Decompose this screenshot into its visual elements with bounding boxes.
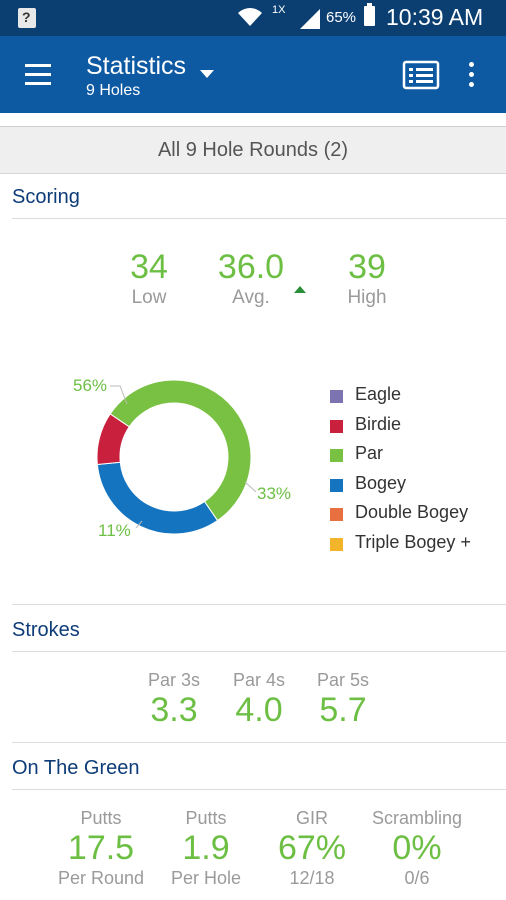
scrambling-label: Scrambling bbox=[371, 808, 463, 828]
legend-label: Bogey bbox=[355, 472, 407, 493]
score-low-label: Low bbox=[131, 287, 167, 308]
divider bbox=[12, 604, 506, 605]
legend-swatch bbox=[330, 537, 343, 551]
legend-swatch bbox=[330, 478, 343, 492]
legend-swatch bbox=[330, 390, 343, 403]
legend-swatch bbox=[330, 419, 343, 433]
score-average: 36.0 Avg. bbox=[206, 248, 296, 310]
strokes-par3-label: Par 3s bbox=[147, 670, 201, 690]
score-high: 39 High bbox=[326, 248, 408, 310]
signal-icon bbox=[300, 9, 320, 29]
strokes-section-title: Strokes bbox=[12, 619, 80, 641]
divider bbox=[12, 651, 506, 652]
scoring-section-title: Scoring bbox=[12, 186, 80, 208]
battery-icon bbox=[364, 3, 375, 26]
legend-label: Eagle bbox=[355, 384, 402, 404]
page-title[interactable]: Statistics bbox=[86, 52, 186, 81]
putts-per-hole-label: Putts bbox=[185, 808, 227, 828]
score-high-value: 39 bbox=[348, 248, 386, 286]
putts-per-hole-sub: Per Hole bbox=[170, 868, 242, 888]
gir: GIR 67% 12/18 bbox=[266, 808, 358, 889]
putts-per-round: Putts 17.5 Per Round bbox=[55, 808, 147, 889]
sim-icon: ? bbox=[18, 8, 36, 28]
score-average-value: 36.0 bbox=[217, 248, 285, 286]
scrambling: Scrambling 0% 0/6 bbox=[362, 808, 472, 889]
strokes-par3-value: 3.3 bbox=[150, 691, 198, 729]
divider bbox=[12, 742, 506, 743]
birdie-percent-label: 11% bbox=[98, 521, 131, 540]
app-bar: Statistics 9 Holes bbox=[0, 36, 506, 113]
round-filter-selector[interactable]: All 9 Hole Rounds (2) bbox=[0, 126, 506, 174]
gir-label: GIR bbox=[295, 808, 328, 828]
label-leader-lines bbox=[110, 385, 257, 529]
more-options-icon[interactable] bbox=[462, 60, 482, 90]
legend-label: Birdie bbox=[355, 413, 402, 434]
strokes-par3: Par 3s 3.3 bbox=[136, 670, 212, 730]
green-section-title: On The Green bbox=[12, 757, 140, 779]
scrambling-sub: 0/6 bbox=[404, 868, 430, 888]
score-average-label: Avg. bbox=[232, 287, 270, 308]
putts-per-round-value: 17.5 bbox=[67, 829, 135, 867]
putts-per-round-label: Putts bbox=[80, 808, 122, 828]
wifi-icon bbox=[238, 8, 262, 26]
gir-sub: 12/18 bbox=[289, 868, 335, 888]
scrambling-value: 0% bbox=[392, 829, 442, 867]
battery-percent: 65% bbox=[326, 9, 357, 26]
menu-icon[interactable] bbox=[22, 62, 54, 88]
score-high-label: High bbox=[347, 287, 387, 308]
strokes-par4-label: Par 4s bbox=[232, 670, 286, 690]
divider bbox=[12, 218, 506, 219]
putts-per-hole-value: 1.9 bbox=[182, 829, 230, 867]
par-percent-label: 56% bbox=[73, 376, 108, 395]
score-low-value: 34 bbox=[130, 248, 168, 286]
putts-per-hole: Putts 1.9 Per Hole bbox=[160, 808, 252, 889]
divider bbox=[12, 789, 506, 790]
list-view-icon[interactable] bbox=[402, 60, 440, 90]
strokes-par4: Par 4s 4.0 bbox=[221, 670, 297, 730]
trend-up-icon bbox=[294, 286, 306, 293]
strokes-par4-value: 4.0 bbox=[235, 691, 283, 729]
strokes-par5: Par 5s 5.7 bbox=[305, 670, 381, 730]
legend-label: Par bbox=[355, 443, 384, 464]
network-type-label: 1X bbox=[272, 4, 286, 16]
gir-value: 67% bbox=[277, 829, 347, 867]
dropdown-caret-icon[interactable] bbox=[200, 70, 214, 78]
status-bar: ? 1X 65% 10:39 AM bbox=[0, 0, 506, 36]
legend-label: Triple Bogey + bbox=[355, 531, 471, 552]
legend-label: Double Bogey bbox=[355, 502, 469, 523]
score-low: 34 Low bbox=[108, 248, 190, 310]
putts-per-round-sub: Per Round bbox=[57, 868, 145, 888]
clock: 10:39 AM bbox=[386, 4, 484, 30]
strokes-par5-label: Par 5s bbox=[316, 670, 370, 690]
legend-swatch bbox=[330, 508, 343, 522]
legend-swatch bbox=[330, 449, 343, 463]
page-subtitle: 9 Holes bbox=[86, 82, 141, 99]
strokes-par5-value: 5.7 bbox=[319, 691, 367, 729]
bogey-percent-label: 33% bbox=[257, 484, 292, 503]
